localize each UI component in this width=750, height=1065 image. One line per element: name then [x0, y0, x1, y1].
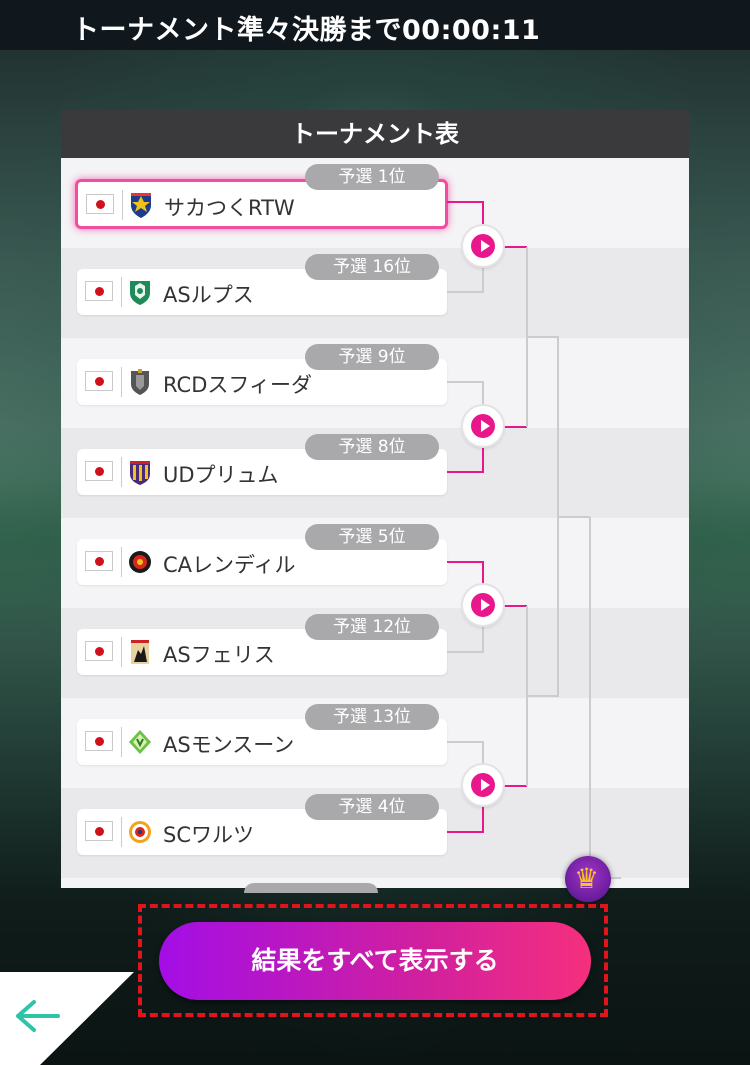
match-play-icon[interactable] — [463, 406, 503, 446]
countdown-label: トーナメント準々決勝まで — [72, 15, 402, 46]
tournament-panel: トーナメント表 サカつくRTW 予選 1位 ASルプス 予選 16位 RCDスフ… — [61, 110, 689, 888]
match-play-icon[interactable] — [463, 765, 503, 805]
back-button[interactable] — [0, 972, 134, 1065]
countdown-bar: トーナメント準々決勝まで00:00:11 — [0, 0, 750, 50]
next-rank-badge-peek — [244, 883, 378, 893]
match-play-icon[interactable] — [463, 226, 503, 266]
match-play-icon[interactable] — [463, 585, 503, 625]
countdown-title: トーナメント準々決勝まで00:00:11 — [72, 8, 540, 47]
bracket-lines — [447, 201, 621, 879]
countdown-timer: 00:00:11 — [402, 15, 541, 46]
back-panel — [0, 972, 134, 1065]
crown-icon — [565, 856, 611, 902]
show-all-results-button[interactable]: 結果をすべて表示する — [159, 922, 591, 1000]
